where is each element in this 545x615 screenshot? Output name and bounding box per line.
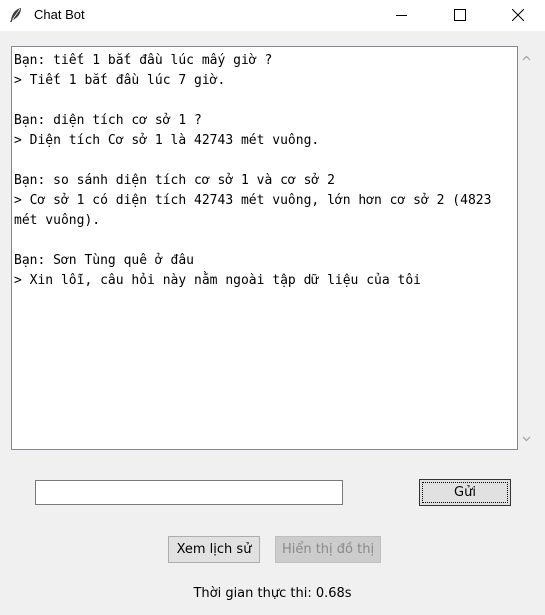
chat-blank-line xyxy=(14,231,517,251)
bot-message: > Cơ sở 1 có diện tích 42743 mét vuông, … xyxy=(14,193,500,228)
user-message: Bạn: tiết 1 bắt đầu lúc mấy giờ ? xyxy=(14,53,273,68)
chat-transcript: Bạn: tiết 1 bắt đầu lúc mấy giờ ? > Tiết … xyxy=(14,51,517,291)
scroll-up-icon[interactable] xyxy=(522,54,531,63)
maximize-icon xyxy=(454,9,466,21)
view-history-button[interactable]: Xem lịch sử xyxy=(168,536,260,563)
message-input[interactable] xyxy=(35,480,343,505)
window-title: Chat Bot xyxy=(34,7,85,22)
close-icon xyxy=(512,9,524,21)
show-graph-label: Hiển thị đồ thị xyxy=(281,542,375,557)
title-bar[interactable]: Chat Bot xyxy=(0,0,545,31)
chat-log[interactable]: Bạn: tiết 1 bắt đầu lúc mấy giờ ? > Tiết … xyxy=(11,46,518,450)
feather-icon xyxy=(8,7,24,23)
focus-indicator xyxy=(422,482,508,503)
user-message: Bạn: diện tích cơ sở 1 ? xyxy=(14,113,202,128)
scroll-down-icon[interactable] xyxy=(522,434,531,443)
user-message: Bạn: so sánh diện tích cơ sở 1 và cơ sở … xyxy=(14,173,335,188)
execution-time-label: Thời gian thực thi: 0.68s xyxy=(193,586,352,601)
chat-scrollbar[interactable] xyxy=(518,46,535,450)
bot-message: > Xin lỗi, câu hỏi này nằm ngoài tập dữ … xyxy=(14,273,421,288)
show-graph-button[interactable]: Hiển thị đồ thị xyxy=(275,536,381,563)
bot-message: > Diện tích Cơ sở 1 là 42743 mét vuông. xyxy=(14,133,320,148)
user-message: Bạn: Sơn Tùng quê ở đâu xyxy=(14,253,195,268)
close-button[interactable] xyxy=(496,0,542,31)
chat-bot-window: Chat Bot Bạn: tiết 1 bắt đầu lúc mấy giờ… xyxy=(0,0,545,615)
view-history-label: Xem lịch sử xyxy=(176,542,252,557)
chat-blank-line xyxy=(14,151,517,171)
send-button[interactable]: Gửi xyxy=(419,479,511,506)
minimize-icon xyxy=(396,15,407,16)
minimize-button[interactable] xyxy=(380,0,426,31)
maximize-button[interactable] xyxy=(438,0,484,31)
bot-message: > Tiết 1 bắt đầu lúc 7 giờ. xyxy=(14,73,226,88)
chat-blank-line xyxy=(14,91,517,111)
